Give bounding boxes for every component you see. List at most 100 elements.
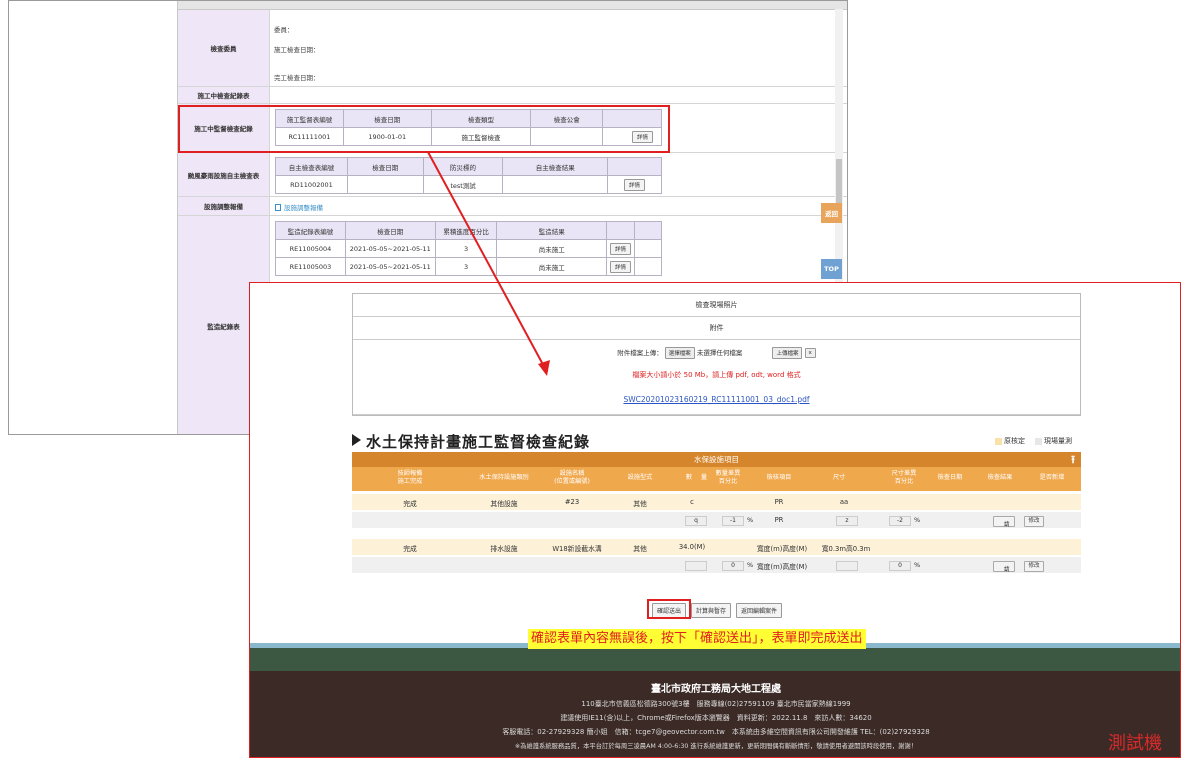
table-row-measured: 0 % 寬度(m)高度(M) 0 % 請 ⌄ 修改 bbox=[352, 557, 1081, 573]
remove-file-button[interactable]: x bbox=[804, 348, 816, 358]
legend-measured: 現場量測 bbox=[1035, 436, 1072, 446]
legend-swatch bbox=[995, 437, 1002, 445]
col-header: 自主檢查表編號 bbox=[275, 157, 348, 176]
disaster-label: 颱風豪雨設施自主檢查表 bbox=[178, 153, 269, 197]
footer-line: 客服電話：02-27929328 簡小姐 信箱：tcge7@geovector.… bbox=[502, 728, 930, 736]
choose-file-button[interactable]: 選擇檔案 bbox=[664, 347, 695, 359]
inspector-line: 施工檢查日期： bbox=[274, 46, 320, 54]
cell: 排水設施 bbox=[490, 545, 518, 553]
footer-title: 臺北市政府工務局大地工程處 bbox=[651, 684, 781, 695]
size-input[interactable]: z bbox=[836, 516, 858, 526]
col-header: 防災標的 bbox=[422, 157, 504, 176]
table-row: RE11005004 2021-05-05~2021-05-11 3 尚未施工 … bbox=[275, 239, 662, 258]
size-input[interactable] bbox=[836, 561, 858, 571]
result-select[interactable]: 請 ⌄ bbox=[993, 516, 1015, 528]
cell: 尚未施工 bbox=[496, 239, 608, 258]
footer-band bbox=[250, 648, 1180, 671]
edit-button[interactable]: 修改 bbox=[1024, 561, 1044, 572]
back-side-button[interactable]: 返回 bbox=[821, 203, 842, 223]
col-header: 累積進度百分比 bbox=[434, 221, 498, 240]
highlight-supervision bbox=[178, 105, 670, 153]
upload-label: 附件檔案上傳： bbox=[617, 349, 663, 357]
section-title-text: 水土保持計畫施工監督檢查紀錄 bbox=[366, 433, 591, 451]
legend-label: 現場量測 bbox=[1044, 437, 1072, 445]
table-row: 完成 其他設施 #23 其他 c PR aa bbox=[352, 494, 1081, 510]
upload-button[interactable]: 上傳檔案 bbox=[772, 347, 803, 359]
cell: 3 bbox=[434, 239, 498, 258]
monitor-table: 監造紀錄表編號 檢查日期 累積進度百分比 監造結果 RE11005004 202… bbox=[275, 221, 662, 276]
chevron-down-icon: ⌄ bbox=[1004, 567, 1009, 573]
col-header: 技師報備 施工完成 bbox=[397, 470, 423, 485]
pct-sign: % bbox=[914, 516, 921, 524]
cell: 寬度(m)高度(M) bbox=[756, 545, 808, 553]
file-link[interactable]: SWC20201023160219_RC11111001_03_doc1.pdf bbox=[623, 395, 809, 404]
cell: 3 bbox=[434, 257, 498, 276]
highlight-confirm bbox=[647, 599, 691, 619]
upload-line: 附件檔案上傳： 選擇檔案 未選擇任何檔案 上傳檔案 x bbox=[353, 347, 1080, 359]
detail-button[interactable]: 詳情 bbox=[610, 242, 632, 255]
disaster-cell: 自主檢查表編號 檢查日期 防災標的 自主檢查結果 RD11002001 test… bbox=[269, 153, 847, 197]
legend-swatch bbox=[1035, 437, 1042, 445]
col-header: 尺寸差異 百分比 bbox=[891, 470, 917, 485]
adjust-link[interactable]: 設施調整報備 bbox=[275, 202, 323, 212]
calculate-save-button[interactable]: 計算與暫存 bbox=[691, 603, 732, 618]
cell: 其他設施 bbox=[490, 500, 518, 508]
col-header: 尺寸 bbox=[832, 474, 846, 481]
cell: RD11002001 bbox=[275, 175, 348, 194]
cell bbox=[634, 239, 662, 258]
col-header: 設施名稱 (位置或編號) bbox=[554, 470, 590, 485]
col-header bbox=[634, 221, 662, 240]
col-header: 設施型式 bbox=[627, 474, 653, 481]
pct-sign: % bbox=[914, 561, 921, 569]
photo-row: 檢查現場照片 bbox=[353, 294, 1080, 317]
col-header: 檢查日期 bbox=[344, 221, 436, 240]
footer-line: ※為維護系統服務品質，本平台訂於每周三凌晨AM 4:00-6:30 進行系統維護… bbox=[514, 743, 918, 750]
result-select[interactable]: 請 ⌄ bbox=[993, 561, 1015, 573]
size-note: 檔案大小請小於 50 Mb，請上傳 pdf, odt, word 格式 bbox=[632, 371, 801, 379]
table-row: 完成 排水設施 W18新設截水溝 其他 34.0(M) 寬度(m)高度(M) 寬… bbox=[352, 539, 1081, 555]
inspector-line: 完工檢查日期： bbox=[274, 74, 320, 82]
footer: 臺北市政府工務局大地工程處 110臺北市信義區松德路300號3樓 服務專線(02… bbox=[250, 671, 1180, 757]
size-pct-input[interactable]: 0 bbox=[889, 561, 911, 571]
front-window: 檢查現場照片 附件 附件檔案上傳： 選擇檔案 未選擇任何檔案 上傳檔案 x 檔案… bbox=[249, 282, 1181, 758]
no-file-text: 未選擇任何檔案 bbox=[696, 349, 743, 357]
qty-input[interactable] bbox=[685, 561, 707, 571]
file-link-wrap: SWC20201023160219_RC11111001_03_doc1.pdf bbox=[353, 395, 1080, 404]
detail-button[interactable]: 詳情 bbox=[624, 178, 646, 191]
edit-button[interactable]: 修改 bbox=[1024, 516, 1044, 527]
inspector-cell: 委員： 施工檢查日期： 完工檢查日期： bbox=[269, 10, 847, 87]
chevron-down-icon: ⌄ bbox=[1004, 522, 1009, 528]
col-header: 監造紀錄表編號 bbox=[275, 221, 346, 240]
attach-row: 附件 bbox=[353, 317, 1080, 340]
watermark: 測試機 bbox=[1108, 733, 1162, 754]
cell: 寬度(m)高度(M) bbox=[756, 563, 808, 571]
adjust-cell: 設施調整報備 bbox=[269, 197, 847, 216]
qty-pct-input[interactable]: 0 bbox=[722, 561, 744, 571]
cell: 2021-05-05~2021-05-11 bbox=[344, 239, 436, 258]
cell: 詳情 bbox=[606, 239, 636, 258]
cell bbox=[502, 175, 609, 194]
col-header bbox=[606, 221, 636, 240]
qty-input[interactable]: q bbox=[685, 516, 707, 526]
cell: aa bbox=[839, 498, 849, 506]
disaster-table: 自主檢查表編號 檢查日期 防災標的 自主檢查結果 RD11002001 test… bbox=[275, 157, 662, 194]
legend-approved: 原核定 bbox=[995, 436, 1025, 446]
top-button[interactable]: TOP bbox=[821, 259, 842, 279]
cell: 完成 bbox=[403, 545, 417, 553]
inspector-label: 檢查委員 bbox=[178, 10, 269, 87]
back-to-edit-button[interactable]: 返回編輯案件 bbox=[736, 603, 783, 618]
adjust-label: 設施調整報備 bbox=[178, 197, 269, 216]
size-pct-input[interactable]: -2 bbox=[889, 516, 911, 526]
construction-record-cell bbox=[269, 87, 847, 104]
upload-row: 附件檔案上傳： 選擇檔案 未選擇任何檔案 上傳檔案 x 檔案大小請小於 50 M… bbox=[353, 340, 1080, 415]
col-header: 數 bbox=[685, 474, 693, 481]
cell bbox=[346, 175, 424, 194]
qty-pct-input[interactable]: -1 bbox=[722, 516, 744, 526]
detail-button[interactable]: 詳情 bbox=[610, 260, 632, 273]
facility-header: 技師報備 施工完成 水土保持設施類別 設施名稱 (位置或編號) 設施型式 數 量… bbox=[352, 467, 1081, 491]
cell: RE11005003 bbox=[275, 257, 346, 276]
section-title: 水土保持計畫施工監督檢查紀錄 bbox=[352, 431, 590, 452]
collapse-icon[interactable]: ⭱ bbox=[1071, 452, 1075, 467]
col-header: 監造結果 bbox=[496, 221, 608, 240]
cell: 其他 bbox=[633, 500, 647, 508]
